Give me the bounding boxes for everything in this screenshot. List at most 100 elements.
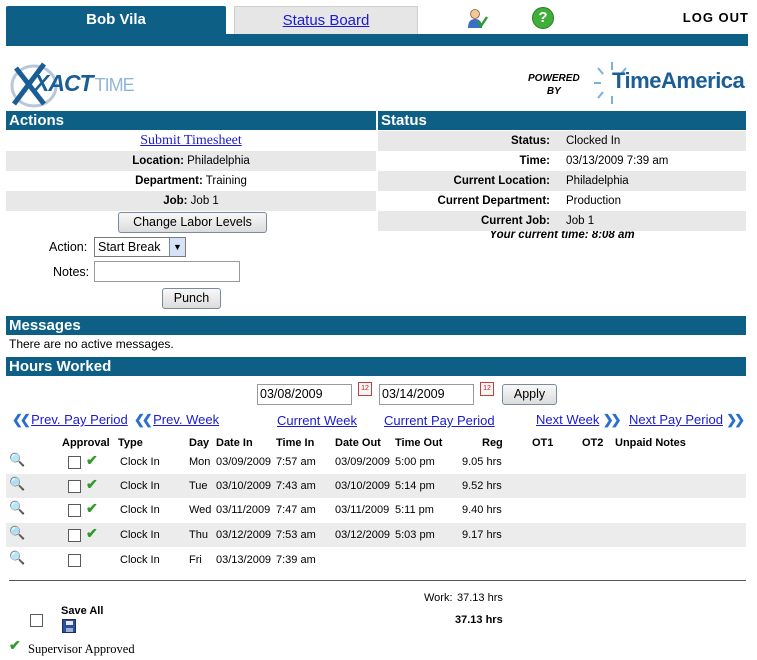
row-type: Clock In [120,504,160,516]
user-tab[interactable]: Bob Vila [6,6,226,34]
status-board-link[interactable]: Status Board [283,12,370,29]
current-department-value: Production [566,195,621,207]
double-chevron-right-icon: ❯❯ [726,412,745,427]
row-type: Clock In [120,456,160,468]
approved-check-icon: ✔ [9,637,21,653]
row-reg: 9.40 hrs [462,504,502,516]
row-date-in: 03/12/2009 [216,529,272,541]
status-value: Clocked In [566,135,621,147]
status-board-tab[interactable]: Status Board [234,6,418,34]
row-day: Mon [189,456,211,468]
xact-wordmark: XACT [34,70,94,96]
time-wordmark: TIME [94,75,135,95]
work-total-value: 37.13 hrs [457,592,503,604]
col-type: Type [118,437,143,449]
magnify-icon[interactable]: 🔍 [9,525,25,541]
save-disk-icon[interactable] [62,619,76,633]
approval-checkbox[interactable] [68,554,81,567]
powered-by: POWERED BY [528,73,580,97]
job-value: Job 1 [190,195,219,207]
actions-header: Actions [6,111,376,130]
punch-button[interactable]: Punch [162,288,221,309]
prev-week-link[interactable]: ❮❮ Prev. Week [134,412,219,428]
xacttime-logo: XACT TIME [8,58,138,110]
start-date-input[interactable]: 03/08/2009 [257,384,352,405]
col-ot1: OT1 [532,437,554,449]
logout-link[interactable]: LOG OUT [683,10,749,25]
col-time-in: Time In [276,437,315,449]
approval-checkbox[interactable] [68,480,81,493]
legend-supervisor-approved: Supervisor Approved [28,642,135,656]
prev-pay-period-link[interactable]: ❮❮ Prev. Pay Period [12,412,128,428]
save-all-label: Save All [61,605,104,617]
row-day: Tue [189,480,208,492]
col-date-in: Date In [216,437,253,449]
department-label: Department: [135,175,203,187]
current-job-value: Job 1 [566,215,595,227]
help-icon[interactable]: ? [532,7,554,29]
row-date-out: 03/10/2009 [335,480,391,492]
current-department-label: Current Department: [437,195,550,207]
magnify-icon[interactable]: 🔍 [9,452,25,468]
department-value: Training [205,175,247,187]
current-week-link[interactable]: Current Week [277,413,357,428]
magnify-icon[interactable]: 🔍 [9,476,25,492]
action-label: Action: [49,240,88,254]
approval-checkbox[interactable] [68,456,81,469]
time-label: Time: [519,155,550,167]
calendar-icon[interactable]: 12 [358,382,372,396]
end-date-input[interactable]: 03/14/2009 [379,384,474,405]
row-time-in: 7:53 am [276,529,316,541]
approval-checkbox[interactable] [68,504,81,517]
row-day: Thu [189,529,208,541]
current-location-label: Current Location: [453,175,550,187]
current-job-label: Current Job: [481,215,550,227]
save-all-checkbox[interactable] [30,614,43,627]
col-ot2: OT2 [582,437,604,449]
row-date-out: 03/12/2009 [335,529,391,541]
row-date-in: 03/11/2009 [216,504,271,516]
row-reg: 9.52 hrs [462,480,502,492]
header-strip [6,34,748,46]
notes-input[interactable] [94,261,240,282]
apply-button[interactable]: Apply [502,384,557,405]
submit-timesheet-link[interactable]: Submit Timesheet [140,133,242,148]
double-chevron-right-icon: ❯❯ [602,412,622,427]
approved-check-icon: ✔ [86,525,98,541]
row-reg: 9.17 hrs [462,529,502,541]
change-labor-levels-button[interactable]: Change Labor Levels [118,212,267,233]
approved-check-icon: ✔ [86,476,98,492]
row-time-out: 5:11 pm [395,504,434,516]
next-week-link[interactable]: Next Week ❯❯ [536,412,622,428]
time-value: 03/13/2009 7:39 am [566,155,669,167]
chevron-down-icon: ▼ [169,238,185,256]
col-reg: Reg [482,437,503,449]
totals-divider [9,580,746,581]
approval-checkbox[interactable] [68,529,81,542]
row-time-in: 7:43 am [276,480,316,492]
magnify-icon[interactable]: 🔍 [9,500,25,516]
row-time-in: 7:57 am [276,456,316,468]
magnify-icon[interactable]: 🔍 [9,550,25,566]
messages-header: Messages [6,316,746,335]
messages-text: There are no active messages. [9,337,174,351]
current-pay-period-link[interactable]: Current Pay Period [384,413,495,428]
grand-total: 37.13 hrs [455,614,503,626]
row-time-in: 7:39 am [276,554,316,566]
calendar-icon[interactable]: 12 [480,382,494,396]
location-value: Philadelphia [187,155,250,167]
action-select[interactable]: Start Break ▼ [94,237,186,257]
current-location-value: Philadelphia [566,175,629,187]
location-label: Location: [132,155,184,167]
table-row [6,548,746,572]
row-time-out: 5:00 pm [395,456,435,468]
user-approve-icon[interactable] [466,8,488,30]
row-time-out: 5:14 pm [395,480,435,492]
notes-label: Notes: [53,265,90,279]
row-date-in: 03/09/2009 [216,456,272,468]
row-time-out: 5:03 pm [395,529,435,541]
row-type: Clock In [120,554,160,566]
next-pay-period-link[interactable]: Next Pay Period ❯❯ [629,412,745,428]
row-date-out: 03/11/2009 [335,504,390,516]
job-label: Job: [163,195,188,207]
